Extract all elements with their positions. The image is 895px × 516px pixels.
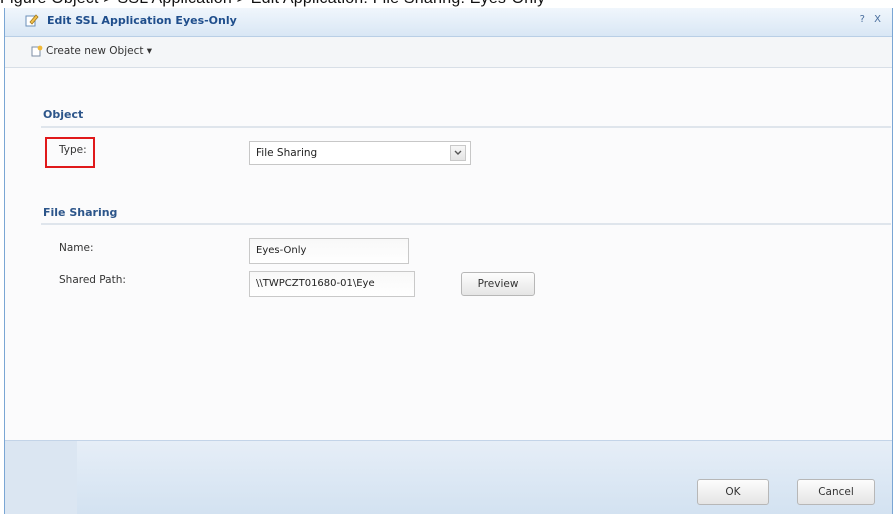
new-object-icon: [31, 45, 43, 57]
create-new-object-button[interactable]: Create new Object ▾: [31, 45, 152, 57]
figure-caption: Figure Object > SSL Application > Edit A…: [0, 0, 895, 8]
ok-button[interactable]: OK: [697, 479, 769, 505]
create-new-object-label: Create new Object ▾: [46, 45, 153, 57]
edit-ssl-application-dialog: Edit SSL Application Eyes-Only ? X Creat…: [4, 8, 893, 514]
ok-button-label: OK: [725, 486, 741, 498]
dialog-titlebar: Edit SSL Application Eyes-Only ? X: [5, 8, 892, 37]
file-sharing-section-divider: [41, 223, 891, 225]
preview-button-label: Preview: [477, 278, 519, 290]
shared-path-label: Shared Path:: [59, 274, 126, 286]
dialog-footer: OK Cancel: [5, 440, 892, 514]
dialog-toolbar: Create new Object ▾: [5, 37, 892, 68]
footer-left-panel: [5, 441, 77, 514]
type-label-highlight: [45, 137, 95, 168]
shared-path-field-value: \\TWPCZT01680-01\Eye: [256, 278, 375, 289]
help-close-controls[interactable]: ? X: [860, 14, 884, 25]
type-select[interactable]: File Sharing: [249, 141, 471, 165]
name-field-value: Eyes-Only: [256, 245, 307, 256]
dialog-title: Edit SSL Application Eyes-Only: [47, 14, 237, 27]
file-sharing-section-title: File Sharing: [43, 206, 118, 219]
dialog-content: Object Type: File Sharing File Sharing N…: [5, 68, 892, 440]
object-section-divider: [41, 126, 891, 128]
cancel-button-label: Cancel: [818, 486, 854, 498]
chevron-down-icon: [454, 150, 462, 155]
name-label: Name:: [59, 242, 94, 254]
name-field[interactable]: Eyes-Only: [249, 238, 409, 264]
type-select-value: File Sharing: [256, 147, 318, 159]
edit-icon: [25, 14, 39, 27]
shared-path-field[interactable]: \\TWPCZT01680-01\Eye: [249, 271, 415, 297]
cancel-button[interactable]: Cancel: [797, 479, 875, 505]
object-section-title: Object: [43, 108, 84, 121]
preview-button[interactable]: Preview: [461, 272, 535, 296]
caption-text: Figure Object > SSL Application > Edit A…: [0, 0, 545, 8]
type-select-arrow[interactable]: [450, 145, 466, 161]
